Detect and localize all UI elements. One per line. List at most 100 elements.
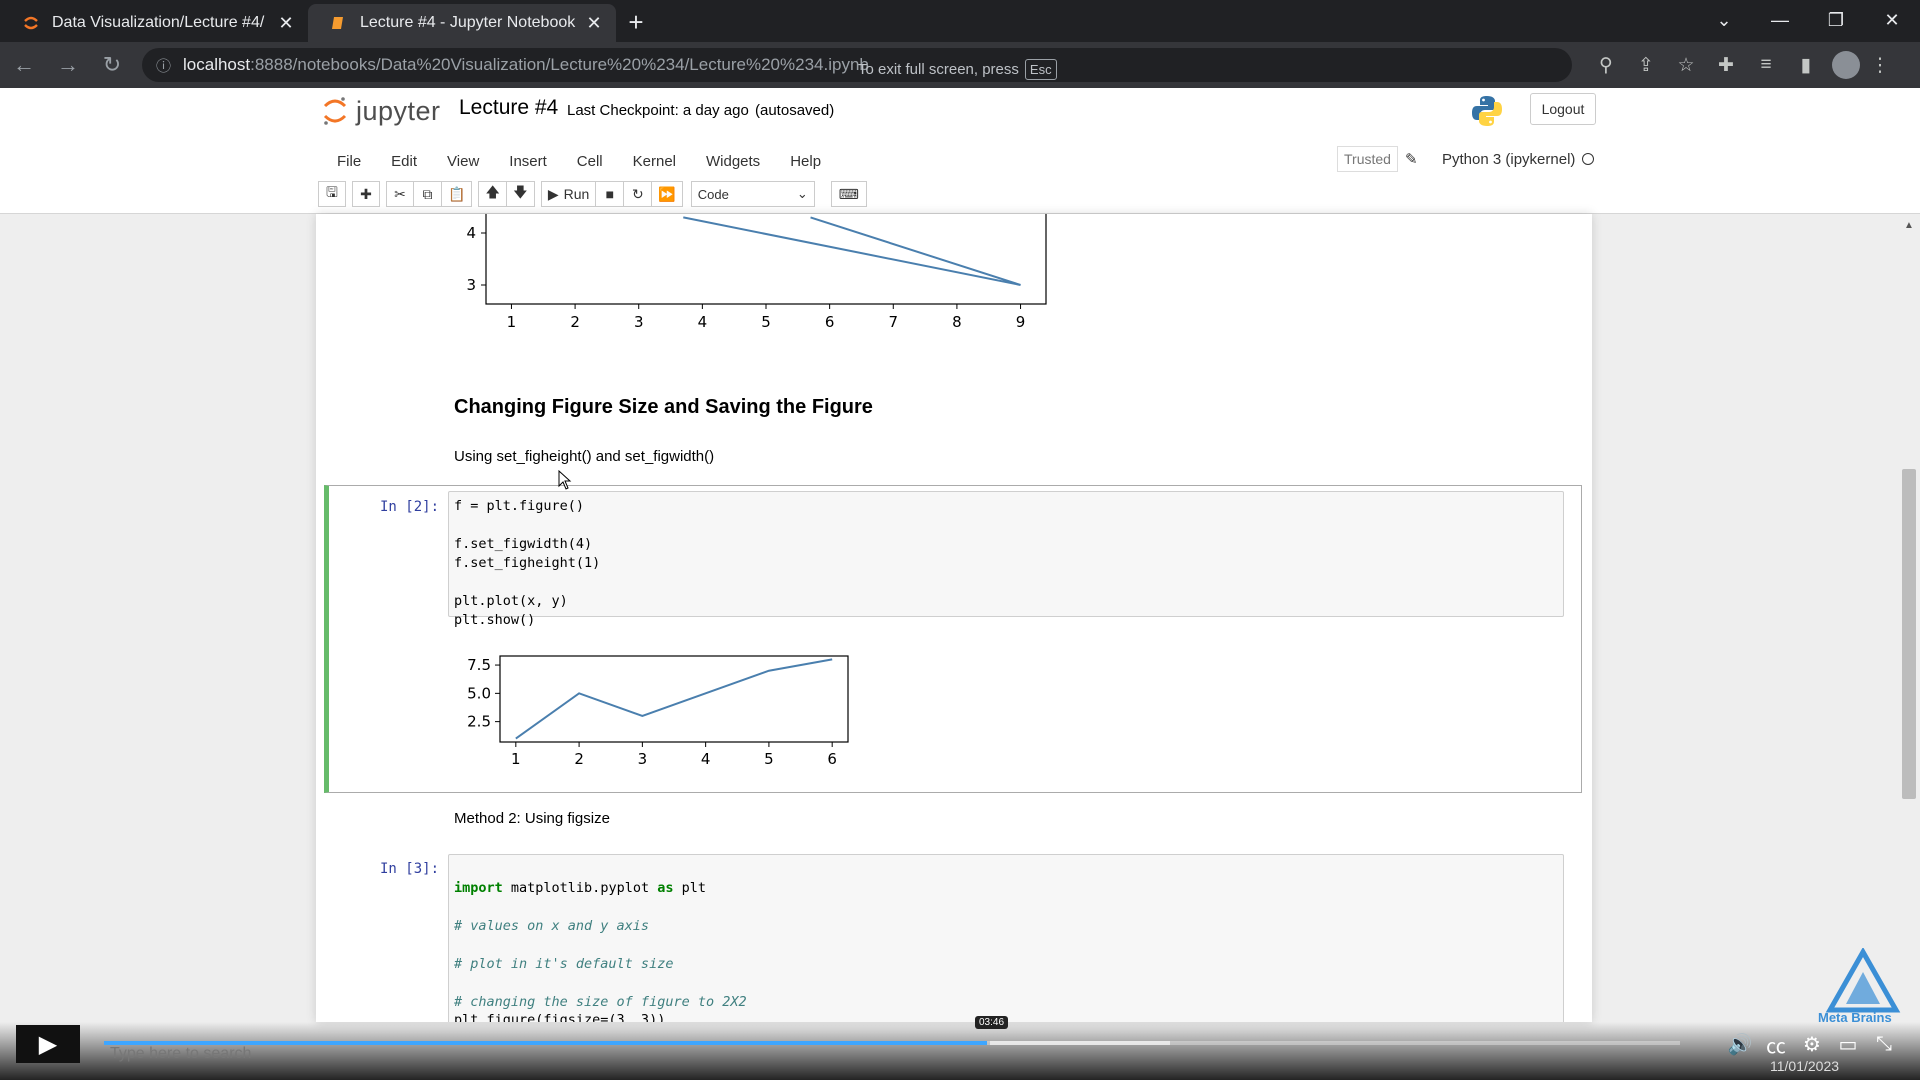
- code-line: f.set_figwidth(4): [454, 536, 593, 552]
- save-icon[interactable]: 🖫: [318, 181, 346, 207]
- move-down-icon[interactable]: 🡇: [506, 181, 535, 207]
- cell-prompt: In [2]:: [380, 499, 440, 515]
- restart-kernel-icon[interactable]: ↻: [624, 181, 653, 207]
- close-tab-icon[interactable]: ✕: [276, 13, 296, 34]
- jupyter-logo[interactable]: jupyter: [322, 94, 441, 128]
- menu-widgets[interactable]: Widgets: [691, 153, 775, 170]
- side-panel-icon[interactable]: ▮: [1786, 48, 1826, 82]
- menu-insert[interactable]: Insert: [494, 153, 562, 170]
- markdown-text-method2: Method 2: Using figsize: [454, 810, 610, 827]
- run-button[interactable]: ▶ Run: [540, 181, 597, 207]
- cut-icon[interactable]: ✂: [386, 181, 414, 207]
- extensions-icon[interactable]: ✚: [1706, 48, 1746, 82]
- jupyter-favicon-icon: [24, 16, 38, 30]
- restore-icon[interactable]: ❐: [1808, 0, 1864, 40]
- keyboard-shortcuts-icon[interactable]: ⌨: [830, 181, 867, 207]
- menu-file[interactable]: File: [322, 153, 376, 170]
- tab-lecture-4[interactable]: Lecture #4 - Jupyter Notebook ✕: [308, 4, 616, 42]
- taskbar-search-ghost: Type here to search: [110, 1045, 252, 1062]
- menu-kernel[interactable]: Kernel: [618, 153, 691, 170]
- back-icon[interactable]: ←: [4, 45, 44, 85]
- menu-kebab-icon[interactable]: ⋮: [1860, 48, 1900, 82]
- share-icon[interactable]: ⇪: [1626, 48, 1666, 82]
- tab-data-visualization[interactable]: Data Visualization/Lecture #4/ ✕: [0, 4, 308, 42]
- x-tick-label: 2: [570, 313, 580, 331]
- url-field[interactable]: ⓘ localhost:8888/notebooks/Data%20Visual…: [142, 48, 1572, 82]
- jupyter-header: jupyter Lecture #4 Last Checkpoint: a da…: [0, 88, 1920, 214]
- menu-view[interactable]: View: [432, 153, 494, 170]
- edit-mode-pencil-icon: ✎: [1405, 151, 1418, 168]
- plot-frame: [499, 655, 849, 743]
- menu-edit[interactable]: Edit: [376, 153, 432, 170]
- jupyter-logo-icon: [323, 97, 347, 125]
- tab-title: Data Visualization/Lecture #4/: [52, 14, 265, 31]
- code-line: ​: [454, 516, 600, 535]
- browser-tab-strip: Data Visualization/Lecture #4/ ✕ Lecture…: [0, 0, 1920, 42]
- output-plot-figsize: 1 2 3 4 5 6 2.5 5.0 7.5: [467, 655, 849, 768]
- scrollbar-thumb[interactable]: [1902, 469, 1916, 799]
- esc-key: Esc: [1024, 58, 1057, 80]
- miniplayer-icon[interactable]: ▭: [1830, 1030, 1866, 1058]
- menu-cell[interactable]: Cell: [562, 153, 618, 170]
- new-tab-icon[interactable]: +: [616, 4, 656, 42]
- scroll-up-icon[interactable]: ▲: [1904, 220, 1914, 231]
- move-up-icon[interactable]: 🡅: [478, 181, 507, 207]
- python-logo-icon: [1472, 96, 1502, 126]
- close-tab-icon[interactable]: ✕: [584, 13, 604, 34]
- exit-fullscreen-icon[interactable]: ⤡: [1866, 1030, 1902, 1058]
- zoom-icon[interactable]: ⚲: [1586, 48, 1626, 82]
- logout-button[interactable]: Logout: [1530, 93, 1596, 125]
- code-line: f.set_figheight(1): [454, 555, 601, 571]
- bookmark-star-icon[interactable]: ☆: [1666, 48, 1706, 82]
- y-tick-label: 3: [466, 276, 476, 294]
- x-tick-label: 7: [888, 313, 898, 331]
- notebook-title[interactable]: Lecture #4: [459, 96, 558, 120]
- captions-icon[interactable]: ㏄: [1758, 1030, 1794, 1058]
- video-progress-track[interactable]: [104, 1041, 1680, 1045]
- play-button[interactable]: ▶: [16, 1025, 80, 1063]
- kernel-name[interactable]: Python 3 (ipykernel): [1442, 146, 1575, 172]
- y-tick-label: 5.0: [467, 684, 491, 702]
- x-tick-label: 3: [638, 750, 648, 768]
- close-window-icon[interactable]: ✕: [1864, 0, 1920, 40]
- x-tick-label: 8: [952, 313, 962, 331]
- x-tick-label: 9: [1016, 313, 1026, 331]
- x-tick-label: 5: [764, 750, 774, 768]
- menu-help[interactable]: Help: [775, 153, 836, 170]
- trusted-badge[interactable]: Trusted: [1337, 146, 1398, 172]
- info-icon[interactable]: ⓘ: [156, 55, 171, 76]
- page-scrollbar[interactable]: ▲: [1898, 214, 1920, 1022]
- cell-type-select[interactable]: Code ⌄: [690, 181, 815, 207]
- settings-gear-icon[interactable]: ⚙: [1794, 1030, 1830, 1058]
- copy-icon[interactable]: ⧉: [414, 181, 442, 207]
- checkpoint-status: Last Checkpoint: a day ago: [567, 102, 749, 119]
- media-queue-icon[interactable]: ≡: [1746, 48, 1786, 82]
- x-tick-label: 4: [701, 750, 711, 768]
- code-line-import: import matplotlib.pyplot as plt: [454, 880, 706, 896]
- chevron-down-icon: ⌄: [796, 186, 808, 201]
- minimize-icon[interactable]: —: [1752, 0, 1808, 40]
- volume-icon[interactable]: 🔊: [1722, 1030, 1758, 1058]
- paste-icon[interactable]: 📋: [442, 181, 473, 207]
- plot-frame: [485, 214, 1047, 305]
- profile-avatar[interactable]: [1832, 51, 1860, 79]
- notebook-toolbar: 🖫 ✚ ✂ ⧉ 📋 🡅 🡇 ▶ Run ■ ↻ ⏩ Code ⌄ ⌨: [318, 180, 873, 208]
- video-player-bar: [0, 1022, 1920, 1080]
- forward-icon[interactable]: →: [48, 45, 88, 85]
- output-plot-previous: 3 4 1 2 3 4 5 6 7 8 9: [466, 214, 1047, 331]
- x-tick-label: 6: [827, 750, 837, 768]
- insert-cell-icon[interactable]: ✚: [352, 181, 380, 207]
- code-editor[interactable]: f = plt.figure()​f.set_figwidth(4)f.set_…: [454, 497, 600, 630]
- interrupt-kernel-icon[interactable]: ■: [596, 181, 625, 207]
- video-progress-buffer: [990, 1041, 1170, 1045]
- fullscreen-notice: To exit full screen, press Esc: [858, 52, 1057, 86]
- video-progress-played: [104, 1041, 987, 1045]
- x-tick-label: 1: [511, 750, 521, 768]
- code-input-area[interactable]: [448, 491, 1564, 617]
- window-controls: ⌄ — ❐ ✕: [1696, 0, 1920, 40]
- tab-search-icon[interactable]: ⌄: [1696, 0, 1752, 40]
- restart-run-all-icon[interactable]: ⏩: [652, 181, 683, 207]
- x-tick-label: 6: [825, 313, 835, 331]
- video-controls: 🔊 ㏄ ⚙ ▭ ⤡: [1722, 1030, 1902, 1058]
- reload-icon[interactable]: ↻: [92, 45, 132, 85]
